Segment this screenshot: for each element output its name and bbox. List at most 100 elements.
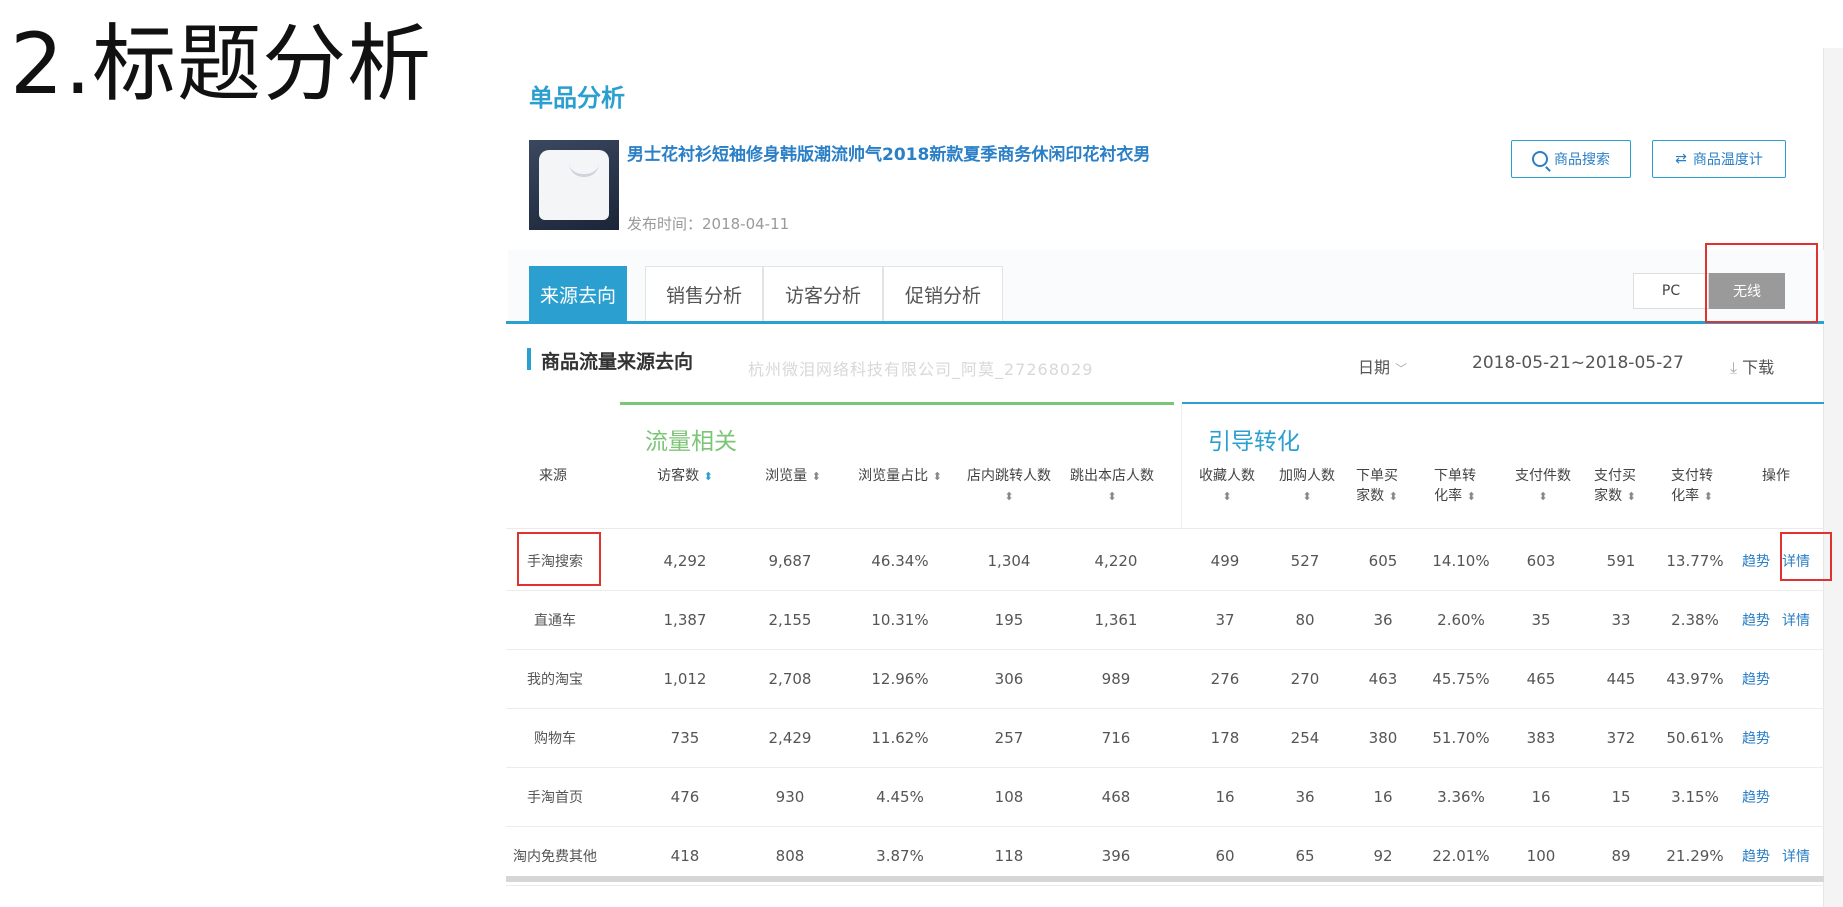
- device-pc-toggle[interactable]: PC: [1633, 273, 1709, 309]
- col-pay-items[interactable]: 支付件数 ⬍: [1508, 466, 1578, 507]
- table-row: 我的淘宝 1,012 2,708 12.96% 306 989 276 270 463 45.75…: [506, 649, 1824, 709]
- cell-pay-items: 16: [1531, 787, 1551, 806]
- cell-store-jump: 108: [994, 787, 1024, 806]
- col-pay-buyers[interactable]: 支付买家数 ⬍: [1588, 466, 1642, 507]
- cell-order-buyers: 605: [1368, 551, 1398, 570]
- download-button[interactable]: ⤓ 下载: [1730, 354, 1774, 378]
- cell-pv-share: 11.62%: [871, 728, 929, 747]
- cell-pageviews: 930: [775, 787, 805, 806]
- col-cart-adds-label: 加购人数: [1279, 468, 1335, 484]
- cell-store-jump: 306: [994, 669, 1024, 688]
- col-pv-share[interactable]: 浏览量占比 ⬍: [845, 466, 955, 487]
- cell-order-rate: 51.70%: [1432, 728, 1490, 747]
- col-pageviews-label: 浏览量: [765, 468, 808, 484]
- cell-pay-items: 35: [1531, 610, 1551, 629]
- group-divider: [1181, 404, 1182, 528]
- product-title[interactable]: 男士花衬衫短袖修身韩版潮流帅气2018新款夏季商务休闲印花衬衣男: [627, 140, 1150, 165]
- tab-visitors[interactable]: 访客分析: [763, 266, 883, 322]
- product-thermometer-button[interactable]: ⇄ 商品温度计: [1652, 140, 1786, 178]
- cell-store-jump: 1,304: [987, 551, 1031, 570]
- cell-favorites: 499: [1210, 551, 1240, 570]
- sort-icon: ⬍: [1538, 490, 1548, 503]
- product-search-button[interactable]: 商品搜索: [1511, 140, 1631, 178]
- cell-exit-store: 468: [1101, 787, 1131, 806]
- cell-cart-adds: 527: [1290, 551, 1320, 570]
- sort-icon: ⬍: [1388, 490, 1398, 503]
- col-pay-rate[interactable]: 支付转化率 ⬍: [1665, 466, 1719, 507]
- table-row: 购物车 735 2,429 11.62% 257 716 178 254 380 51.70% 38…: [506, 708, 1824, 768]
- section-title: 单品分析: [529, 84, 625, 112]
- col-visitors-label: 访客数: [657, 468, 700, 484]
- detail-link[interactable]: 详情: [1778, 531, 1814, 590]
- cell-pay-buyers: 33: [1611, 610, 1631, 629]
- col-pageviews[interactable]: 浏览量 ⬍: [748, 466, 838, 487]
- col-order-rate[interactable]: 下单转化率 ⬍: [1428, 466, 1482, 507]
- sort-icon: ⬍: [1302, 490, 1312, 503]
- cell-pay-items: 383: [1526, 728, 1556, 747]
- cell-store-jump: 195: [994, 610, 1024, 629]
- product-thumbnail[interactable]: [529, 140, 619, 230]
- cell-visitors: 735: [670, 728, 700, 747]
- cell-pageviews: 9,687: [768, 551, 812, 570]
- cell-pay-rate: 13.77%: [1666, 551, 1724, 570]
- watermark: 杭州微泪网络科技有限公司_阿莫_27268029: [748, 360, 1094, 379]
- cell-pay-rate: 50.61%: [1666, 728, 1724, 747]
- sort-icon: ⬍: [932, 470, 942, 483]
- cell-source: 直通车: [534, 612, 576, 629]
- trend-link[interactable]: 趋势: [1738, 649, 1774, 708]
- cell-order-rate: 45.75%: [1432, 669, 1490, 688]
- scroll-strip: [1823, 48, 1843, 907]
- col-visitors[interactable]: 访客数 ⬍: [640, 466, 730, 487]
- tab-promotion[interactable]: 促销分析: [883, 266, 1003, 322]
- subhead-accent: [527, 348, 531, 370]
- tab-sales[interactable]: 销售分析: [645, 266, 763, 322]
- sort-icon: ⬍: [1222, 490, 1232, 503]
- sort-icon: ⬍: [811, 470, 821, 483]
- col-store-jump[interactable]: 店内跳转人数 ⬍: [955, 466, 1063, 507]
- cell-source: 我的淘宝: [527, 671, 583, 688]
- cell-cart-adds: 36: [1295, 787, 1315, 806]
- cell-source: 手淘首页: [527, 789, 583, 806]
- trend-link[interactable]: 趋势: [1738, 708, 1774, 767]
- sort-icon: ⬍: [1107, 490, 1117, 503]
- col-favorites[interactable]: 收藏人数 ⬍: [1192, 466, 1262, 507]
- col-cart-adds[interactable]: 加购人数 ⬍: [1272, 466, 1342, 507]
- cell-order-buyers: 380: [1368, 728, 1398, 747]
- cell-source: 手淘搜索: [527, 553, 583, 570]
- download-label: 下载: [1742, 358, 1775, 377]
- conversion-group-label: 引导转化: [1208, 429, 1300, 455]
- cell-favorites: 37: [1215, 610, 1235, 629]
- device-wireless-toggle[interactable]: 无线: [1709, 273, 1785, 309]
- col-source: 来源: [539, 468, 567, 484]
- traffic-group-line: [620, 402, 1174, 405]
- cell-pay-rate: 43.97%: [1666, 669, 1724, 688]
- cell-pageviews: 2,708: [768, 669, 812, 688]
- trend-link[interactable]: 趋势: [1738, 590, 1774, 649]
- cell-order-buyers: 36: [1373, 610, 1393, 629]
- cell-visitors: 476: [670, 787, 700, 806]
- trend-link[interactable]: 趋势: [1738, 767, 1774, 826]
- product-thermometer-label: 商品温度计: [1692, 152, 1763, 168]
- cell-cart-adds: 254: [1290, 728, 1320, 747]
- cell-source: 购物车: [534, 730, 576, 747]
- cell-pay-items: 465: [1526, 669, 1556, 688]
- cell-pay-buyers: 445: [1606, 669, 1636, 688]
- col-action: 操作: [1762, 468, 1790, 484]
- col-exit-store[interactable]: 跳出本店人数 ⬍: [1058, 466, 1166, 507]
- sort-icon: ⬍: [1004, 490, 1014, 503]
- detail-link[interactable]: 详情: [1778, 590, 1814, 649]
- cell-cart-adds: 80: [1295, 610, 1315, 629]
- date-dropdown[interactable]: 日期 ﹀: [1358, 354, 1407, 378]
- cell-pv-share: 46.34%: [871, 551, 929, 570]
- trend-link[interactable]: 趋势: [1738, 531, 1774, 590]
- product-search-label: 商品搜索: [1554, 152, 1610, 168]
- col-order-buyers[interactable]: 下单买家数 ⬍: [1350, 466, 1404, 507]
- cell-order-buyers: 16: [1373, 787, 1393, 806]
- cell-favorites: 178: [1210, 728, 1240, 747]
- tab-underline: [506, 321, 1824, 324]
- cell-order-rate: 14.10%: [1432, 551, 1490, 570]
- cell-exit-store: 989: [1101, 669, 1131, 688]
- tab-source[interactable]: 来源去向: [529, 266, 627, 322]
- cell-pageviews: 2,155: [768, 610, 812, 629]
- cell-pay-buyers: 372: [1606, 728, 1636, 747]
